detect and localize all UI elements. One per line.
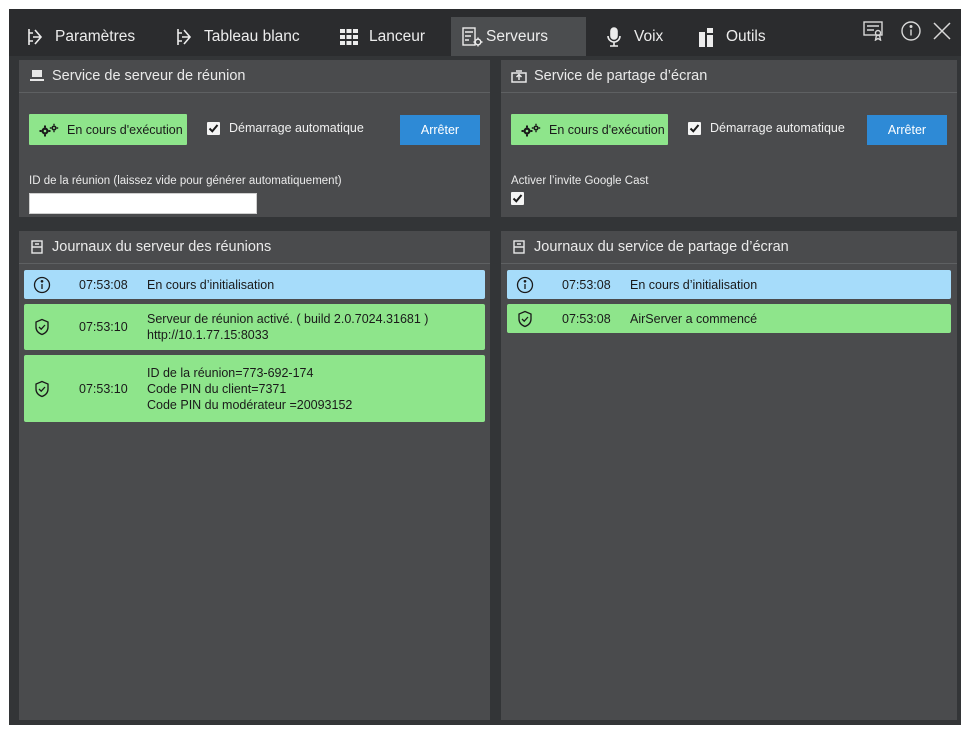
log-message: En cours d’initialisation xyxy=(630,277,757,293)
log-entry: 07:53:08 En cours d’initialisation xyxy=(507,270,951,299)
panel-header: Journaux du service de partage d’écran xyxy=(501,231,957,264)
log-message: ID de la réunion=773-692-174 Code PIN du… xyxy=(147,365,352,413)
certificate-icon xyxy=(863,20,885,46)
log-line: Code PIN du modérateur =20093152 xyxy=(147,397,353,412)
gears-icon xyxy=(39,123,59,137)
checkbox-checked-icon xyxy=(511,192,524,205)
log-line: Serveur de réunion activé. ( build 2.0.7… xyxy=(147,312,429,326)
panel-title: Service de serveur de réunion xyxy=(52,68,246,84)
log-line: Code PIN du client=7371 xyxy=(147,381,287,396)
screen-share-stop-button[interactable]: Arrêter xyxy=(867,115,947,145)
screen-share-autostart-checkbox[interactable]: Démarrage automatique xyxy=(688,121,845,135)
google-cast-label: Activer l’invite Google Cast xyxy=(511,175,649,187)
tab-bar: Paramètres Tableau blanc Lanceur Serveur… xyxy=(9,9,961,56)
log-icon xyxy=(511,239,527,255)
close-button[interactable] xyxy=(929,19,955,47)
meeting-status-button[interactable]: En cours d'exécution xyxy=(29,114,187,145)
panel-header: Service de serveur de réunion xyxy=(19,60,490,93)
tab-tableau-blanc[interactable]: Tableau blanc xyxy=(165,17,308,56)
meeting-logs-panel: Journaux du serveur des réunions 07:53:0… xyxy=(19,231,490,720)
panel-header: Service de partage d’écran xyxy=(501,60,957,93)
info-button[interactable] xyxy=(898,19,924,47)
checkbox-checked-icon xyxy=(688,121,701,135)
meeting-id-input[interactable] xyxy=(29,193,257,214)
checkbox-label: Démarrage automatique xyxy=(710,121,845,135)
tools-icon xyxy=(695,26,717,48)
log-entry: 07:53:08 AirServer a commencé xyxy=(507,304,951,333)
grid-icon xyxy=(338,26,360,48)
tab-label: Outils xyxy=(726,27,766,45)
tab-outils[interactable]: Outils xyxy=(689,17,772,56)
panel-header: Journaux du serveur des réunions xyxy=(19,231,490,264)
log-line: AirServer a commencé xyxy=(630,311,758,326)
panel-title: Journaux du serveur des réunions xyxy=(52,239,272,255)
status-label: En cours d'exécution xyxy=(549,122,665,137)
tab-label: Lanceur xyxy=(369,27,426,45)
log-entry: 07:53:08 En cours d’initialisation xyxy=(24,270,485,299)
checkbox-label: Démarrage automatique xyxy=(229,121,364,135)
meeting-autostart-checkbox[interactable]: Démarrage automatique xyxy=(207,121,364,135)
log-message: En cours d’initialisation xyxy=(147,277,274,293)
log-message: AirServer a commencé xyxy=(630,311,757,327)
tab-label: Paramètres xyxy=(55,27,136,45)
tab-label: Tableau blanc xyxy=(204,27,300,45)
tab-voix[interactable]: Voix xyxy=(597,17,669,56)
log-line: En cours d’initialisation xyxy=(630,277,758,292)
screen-share-logs-panel: Journaux du service de partage d’écran 0… xyxy=(501,231,957,720)
tab-serveurs[interactable]: Serveurs xyxy=(451,17,586,56)
log-time: 07:53:08 xyxy=(562,277,611,292)
log-line: ID de la réunion=773-692-174 xyxy=(147,365,314,380)
info-icon xyxy=(516,276,534,294)
info-icon xyxy=(900,20,922,47)
status-label: En cours d'exécution xyxy=(67,122,183,137)
shield-check-icon xyxy=(33,318,51,336)
log-time: 07:53:08 xyxy=(562,311,611,326)
log-time: 07:53:10 xyxy=(79,381,128,396)
tab-label: Voix xyxy=(634,27,664,45)
log-entry: 07:53:10 ID de la réunion=773-692-174 Co… xyxy=(24,355,485,422)
app-window: Paramètres Tableau blanc Lanceur Serveur… xyxy=(9,9,961,725)
log-time: 07:53:08 xyxy=(79,277,128,292)
server-settings-icon xyxy=(461,26,483,48)
tab-lanceur[interactable]: Lanceur xyxy=(330,17,433,56)
shield-check-icon xyxy=(33,380,51,398)
tab-label: Serveurs xyxy=(486,27,549,45)
settings-icon xyxy=(24,26,46,48)
certificate-button[interactable] xyxy=(862,19,886,47)
info-icon xyxy=(33,276,51,294)
log-line: En cours d’initialisation xyxy=(147,277,275,292)
whiteboard-icon xyxy=(173,26,195,48)
microphone-icon xyxy=(603,26,625,48)
meeting-id-label: ID de la réunion (laissez vide pour géné… xyxy=(29,175,342,187)
log-icon xyxy=(29,239,45,255)
checkbox-checked-icon xyxy=(207,121,220,135)
meeting-service-panel: Service de serveur de réunion En cours d… xyxy=(19,60,490,217)
panel-title: Service de partage d’écran xyxy=(534,68,708,84)
log-message: Serveur de réunion activé. ( build 2.0.7… xyxy=(147,311,428,343)
screen-share-service-panel: Service de partage d’écran En cours d'ex… xyxy=(501,60,957,217)
shield-check-icon xyxy=(516,310,534,328)
screen-share-icon xyxy=(511,68,527,84)
computer-icon xyxy=(29,68,45,84)
log-line: http://10.1.77.15:8033 xyxy=(147,328,269,342)
log-time: 07:53:10 xyxy=(79,320,128,334)
meeting-stop-button[interactable]: Arrêter xyxy=(400,115,480,145)
tab-parametres[interactable]: Paramètres xyxy=(16,17,143,56)
panel-title: Journaux du service de partage d’écran xyxy=(534,239,789,255)
close-icon xyxy=(932,21,952,46)
screen-share-status-button[interactable]: En cours d'exécution xyxy=(511,114,668,145)
gears-icon xyxy=(521,123,541,137)
google-cast-checkbox[interactable] xyxy=(511,192,524,205)
log-entry: 07:53:10 Serveur de réunion activé. ( bu… xyxy=(24,304,485,350)
